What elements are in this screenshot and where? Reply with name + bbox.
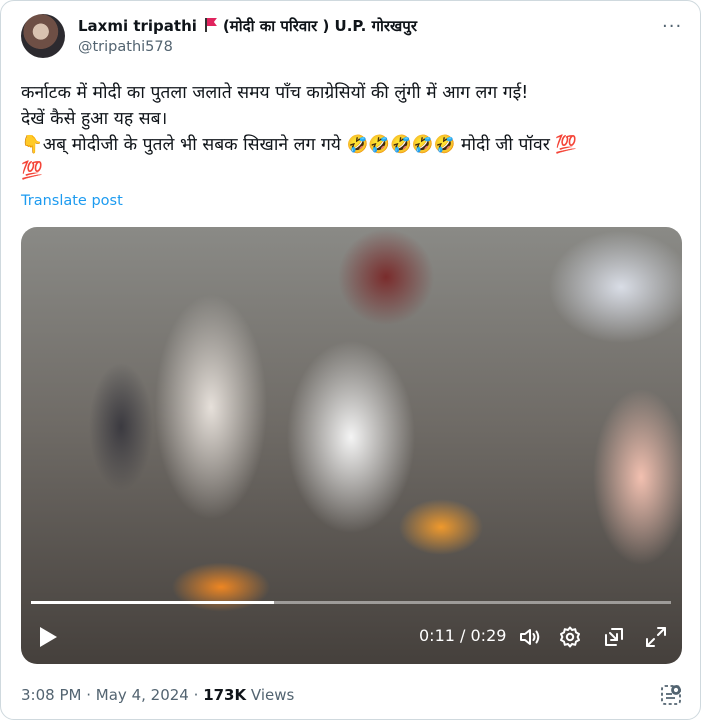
volume-icon[interactable] <box>518 625 542 649</box>
tweet-line: 👇अब् मोदीजी के पुतले भी सबक सिखाने लग गय… <box>21 135 578 155</box>
views-count: 173K <box>203 686 247 704</box>
author-handle[interactable]: @tripathi578 <box>78 39 173 55</box>
post-date[interactable]: May 4, 2024 <box>96 686 189 704</box>
tweet-line: 💯 <box>21 161 43 181</box>
tweet-text: कर्नाटक में मोदी का पुतला जलाते समय पाँच… <box>21 80 681 184</box>
display-name[interactable]: Laxmi tripathi <box>78 17 197 35</box>
play-icon[interactable] <box>37 625 59 649</box>
meta-separator: · <box>193 686 199 704</box>
tweet-meta: 3:08 PM · May 4, 2024 · 173K Views <box>21 686 294 704</box>
flag-icon <box>203 18 217 32</box>
video-progress-fill <box>31 601 274 604</box>
translate-post-link[interactable]: Translate post <box>21 193 123 209</box>
tweet-line: देखें कैसे हुआ यह सब। <box>21 109 168 129</box>
more-icon[interactable]: ··· <box>662 16 682 37</box>
pip-icon[interactable] <box>602 625 626 649</box>
views-label: Views <box>250 686 295 704</box>
author-name[interactable]: Laxmi tripathi (मोदी का परिवार ) U.P. गोर… <box>78 16 417 36</box>
name-suffix[interactable]: (मोदी का परिवार ) U.P. गोरखपुर <box>223 17 417 35</box>
meta-separator: · <box>86 686 92 704</box>
video-time: 0:11 / 0:29 <box>419 626 507 645</box>
settings-icon[interactable] <box>558 625 582 649</box>
tweet-line: कर्नाटक में मोदी का पुतला जलाते समय पाँच… <box>21 83 529 103</box>
video-player[interactable]: 0:11 / 0:29 <box>21 227 682 664</box>
post-time[interactable]: 3:08 PM <box>21 686 81 704</box>
video-progress-bar[interactable] <box>31 601 671 604</box>
grok-icon[interactable] <box>660 684 682 706</box>
fullscreen-icon[interactable] <box>644 625 668 649</box>
avatar[interactable] <box>21 14 65 58</box>
